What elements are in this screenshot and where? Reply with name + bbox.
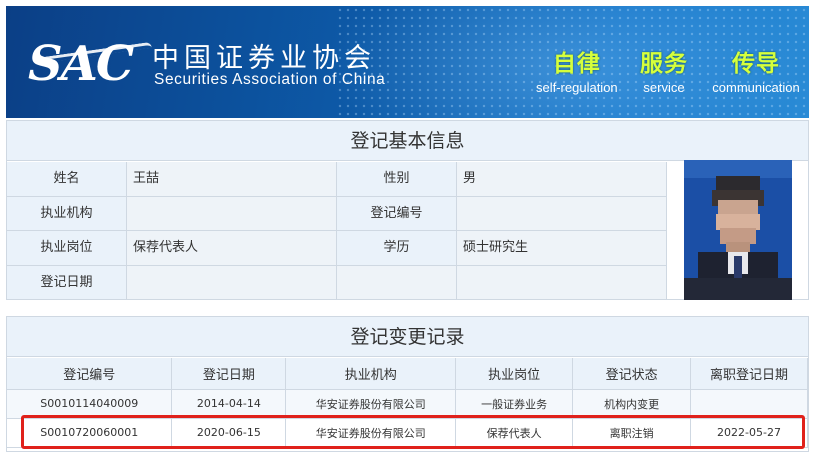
basic-info-title: 登记基本信息: [7, 121, 808, 161]
table-header-row: 登记编号 登记日期 执业机构 执业岗位 登记状态 离职登记日期: [7, 358, 808, 390]
change-records-title: 登记变更记录: [7, 317, 808, 357]
name-label: 姓名: [7, 162, 127, 197]
reg-date-label: 登记日期: [7, 265, 127, 300]
slogan-self-regulation: 自律 self-regulation: [536, 51, 618, 95]
reg-no-value: [457, 196, 667, 231]
cell-status: 机构内变更: [572, 389, 692, 419]
col-reg-no: 登记编号: [7, 358, 173, 390]
cell-institution: 华安证券股份有限公司: [285, 389, 457, 419]
col-status: 登记状态: [572, 358, 692, 390]
slogan-service: 服务 service: [640, 51, 688, 95]
pixelated-portrait-icon: [684, 160, 792, 300]
cell-leave-date: [690, 389, 808, 419]
education-value: 硕士研究生: [457, 231, 667, 266]
empty-cell: [457, 265, 667, 300]
cell-position: 一般证券业务: [455, 389, 574, 419]
col-position: 执业岗位: [455, 358, 574, 390]
cell-reg-date: 2020-06-15: [171, 418, 287, 448]
slogan-communication: 传导 communication: [712, 51, 800, 95]
reg-date-value: [127, 265, 337, 300]
org-name-cn: 中国证券业协会: [152, 43, 376, 74]
cell-reg-date: 2014-04-14: [171, 389, 287, 419]
position-label: 执业岗位: [7, 231, 127, 266]
cell-position: 保荐代表人: [455, 418, 574, 448]
col-reg-date: 登记日期: [171, 358, 287, 390]
cell-reg-no: S0010114040009: [7, 389, 173, 419]
gender-label: 性别: [337, 162, 457, 197]
position-value: 保荐代表人: [127, 231, 337, 266]
cell-status: 离职注销: [572, 418, 692, 448]
col-institution: 执业机构: [285, 358, 457, 390]
gender-value: 男: [457, 162, 667, 197]
cell-reg-no: S0010720060001: [7, 418, 173, 448]
reg-no-label: 登记编号: [337, 196, 457, 231]
education-label: 学历: [337, 231, 457, 266]
org-name-en: Securities Association of China: [154, 71, 386, 88]
header-banner: SAC 中国证券业协会 Securities Association of Ch…: [6, 6, 809, 118]
cell-leave-date: 2022-05-27: [690, 418, 808, 448]
empty-cell: [337, 265, 457, 300]
change-records-panel: 登记变更记录 登记编号 登记日期 执业机构 执业岗位 登记状态 离职登记日期 S…: [6, 316, 809, 452]
table-row: S0010114040009 2014-04-14 华安证券股份有限公司 一般证…: [7, 389, 808, 419]
change-records-table: 登记编号 登记日期 执业机构 执业岗位 登记状态 离职登记日期 S0010114…: [7, 358, 808, 448]
col-leave-date: 离职登记日期: [690, 358, 808, 390]
table-row: S0010720060001 2020-06-15 华安证券股份有限公司 保荐代…: [7, 418, 808, 448]
name-value: 王喆: [127, 162, 337, 197]
institution-label: 执业机构: [7, 196, 127, 231]
sac-logo-icon: SAC: [28, 36, 152, 92]
institution-value: [127, 196, 337, 231]
cell-institution: 华安证券股份有限公司: [285, 418, 457, 448]
profile-photo: [684, 160, 792, 300]
